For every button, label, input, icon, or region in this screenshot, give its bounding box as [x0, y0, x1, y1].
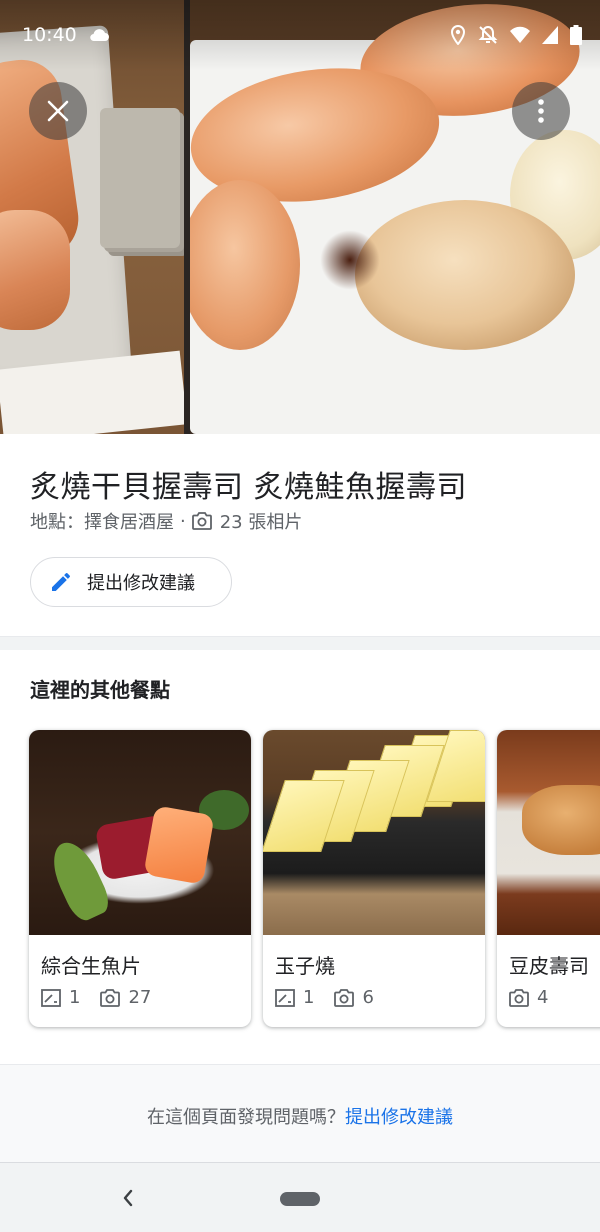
report-question: 在這個頁面發現問題嗎？: [147, 1107, 345, 1128]
photo-count: 4: [537, 987, 549, 1008]
location-icon: [450, 25, 466, 45]
suggest-edit-button[interactable]: 提出修改建議: [30, 557, 232, 607]
photo-count: 6: [362, 987, 374, 1008]
camera-icon: [100, 988, 121, 1007]
report-footer: 在這個頁面發現問題嗎？提出修改建議: [0, 1064, 600, 1163]
dish-name: 豆皮壽司: [509, 954, 589, 978]
photo-count[interactable]: 23 張相片: [220, 508, 303, 534]
status-bar: 10:40: [0, 0, 600, 70]
dish-name: 綜合生魚片: [41, 954, 141, 978]
more-options-button[interactable]: [512, 82, 570, 140]
suggest-edit-link[interactable]: 提出修改建議: [345, 1107, 453, 1128]
suggest-edit-label: 提出修改建議: [87, 573, 195, 594]
wifi-icon: [510, 26, 530, 43]
dish-card[interactable]: 玉子燒 1 6: [263, 730, 485, 1027]
section-divider: [0, 636, 600, 651]
photo-count: 27: [128, 987, 152, 1008]
camera-icon: [334, 988, 355, 1007]
camera-icon: [191, 512, 212, 530]
dish-card[interactable]: 綜合生魚片 1 27: [29, 730, 251, 1027]
close-icon: [47, 100, 69, 122]
dish-photo: [29, 730, 251, 935]
review-icon: [275, 988, 295, 1007]
other-dishes-title: 這裡的其他餐點: [30, 678, 170, 702]
other-dishes-section: 這裡的其他餐點 綜合生魚片 1 27 玉子燒 1 6 豆皮壽司 4: [0, 650, 600, 1064]
camera-icon: [509, 988, 529, 1007]
dish-stats: 1 6: [275, 987, 394, 1008]
status-time: 10:40: [22, 24, 77, 46]
dish-photo: [263, 730, 485, 935]
meta-separator: ·: [180, 510, 186, 532]
review-count: 1: [303, 987, 315, 1008]
report-text: 在這個頁面發現問題嗎？提出修改建議: [0, 1103, 600, 1129]
dish-stats: 1 27: [41, 987, 171, 1008]
dish-stats: 4: [509, 987, 568, 1008]
back-icon[interactable]: [118, 1187, 138, 1209]
review-count: 1: [69, 987, 81, 1008]
page: 10:40 炙燒干貝握壽司 炙燒鮭魚握壽司 地點：擇食居酒屋 · 23 張相片 …: [0, 0, 600, 1232]
notifications-off-icon: [478, 25, 498, 44]
pencil-icon: [52, 572, 71, 591]
system-nav-bar: [0, 1162, 600, 1232]
dish-photo: [497, 730, 600, 935]
more-vert-icon: [538, 99, 544, 123]
dish-card[interactable]: 豆皮壽司 4: [497, 730, 600, 1027]
dish-meta: 地點：擇食居酒屋 · 23 張相片: [30, 508, 302, 534]
battery-icon: [570, 25, 582, 45]
signal-icon: [542, 26, 558, 44]
status-icons: [450, 24, 582, 46]
cloud-icon: [90, 29, 109, 42]
dish-info: 炙燒干貝握壽司 炙燒鮭魚握壽司 地點：擇食居酒屋 · 23 張相片 提出修改建議: [0, 434, 600, 636]
home-button[interactable]: [280, 1192, 320, 1206]
dish-carousel[interactable]: 綜合生魚片 1 27 玉子燒 1 6 豆皮壽司 4: [29, 730, 600, 1030]
dish-name: 玉子燒: [275, 954, 335, 978]
close-button[interactable]: [29, 82, 87, 140]
location-label[interactable]: 地點：擇食居酒屋: [30, 508, 174, 534]
review-icon: [41, 988, 61, 1007]
dish-title: 炙燒干貝握壽司 炙燒鮭魚握壽司: [30, 470, 468, 505]
